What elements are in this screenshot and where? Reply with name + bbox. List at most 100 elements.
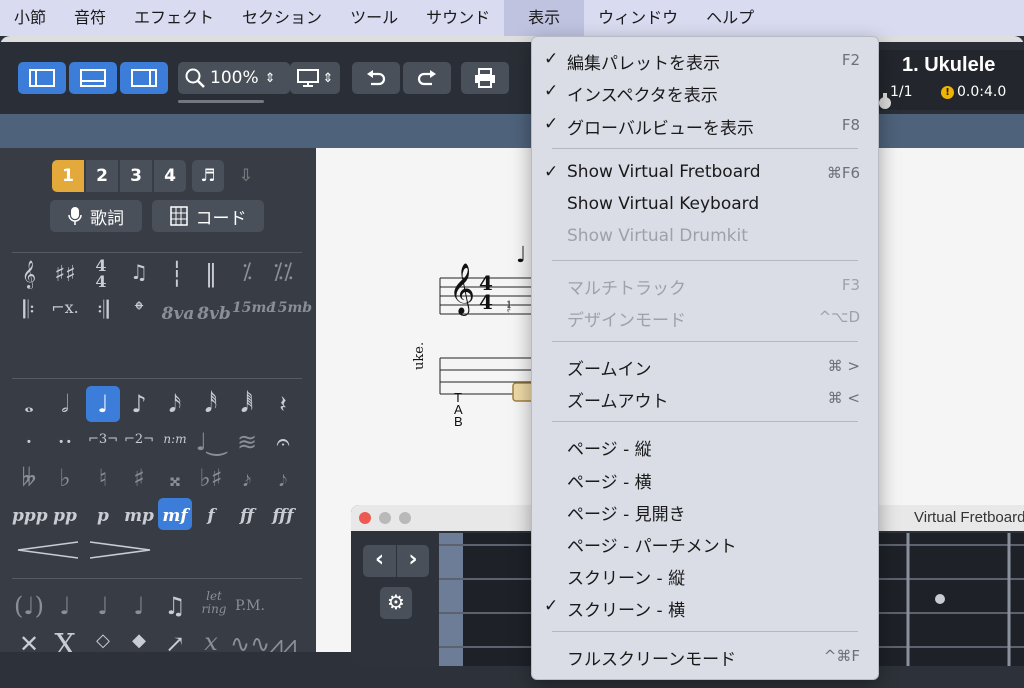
print-button[interactable] xyxy=(461,62,509,94)
quindicesima-down-icon[interactable]: 15mb xyxy=(268,300,312,316)
menu-help[interactable]: ヘルプ xyxy=(692,0,768,36)
menu-item-zoom-out[interactable]: ズームアウト ⌘ < xyxy=(532,383,880,413)
dot-icon[interactable]: · xyxy=(12,428,46,456)
undo-button[interactable] xyxy=(352,62,400,94)
grace-note-before-icon[interactable]: 𝆔 xyxy=(230,464,264,492)
double-dot-icon[interactable]: ·· xyxy=(48,428,82,456)
zoom-stepper-icon[interactable]: ⇕ xyxy=(265,71,276,86)
voice-1-button[interactable]: 1 xyxy=(52,160,84,192)
let-ring-icon[interactable]: let ring xyxy=(196,590,232,616)
stem-direction-icon[interactable]: ⇩ xyxy=(230,160,262,192)
grace-note-on-beat-icon[interactable]: 𝆕 xyxy=(266,464,300,492)
rest-icon[interactable]: 𝄽 xyxy=(266,390,300,418)
dead-x-icon[interactable]: X xyxy=(48,628,82,652)
menu-view[interactable]: 表示 xyxy=(504,0,585,36)
double-barline-icon[interactable]: ‖ xyxy=(194,260,228,288)
layout-left-panel-button[interactable] xyxy=(18,62,66,94)
menu-item-fullscreen-mode[interactable]: フルスクリーンモード ^⌘F xyxy=(532,641,880,671)
tremolo-picking-icon[interactable]: ≋ xyxy=(230,428,264,456)
decrescendo-icon[interactable] xyxy=(88,540,152,560)
key-signature-icon[interactable]: ♯♯ xyxy=(48,262,82,287)
eighth-note-icon[interactable]: ♪ xyxy=(122,390,156,418)
menu-measure[interactable]: 小節 xyxy=(0,0,60,36)
accent-icon[interactable]: ♩ xyxy=(48,592,82,620)
menu-item-show-edit-palette[interactable]: ✓ 編集パレットを表示 F2 xyxy=(532,45,880,75)
dynamic-pp-button[interactable]: pp xyxy=(48,506,82,526)
sharp-icon[interactable]: ♯ xyxy=(122,464,156,492)
vibrato-icon[interactable]: ∿∿ xyxy=(230,630,270,652)
layout-bottom-panel-button[interactable] xyxy=(69,62,117,94)
whole-note-icon[interactable]: 𝅝 xyxy=(12,390,46,418)
double-sharp-icon[interactable]: 𝄪 xyxy=(158,464,192,492)
dynamic-mf-button[interactable]: mf xyxy=(158,506,192,526)
ghost-note-icon[interactable]: (♩) xyxy=(12,592,46,620)
chord-button[interactable]: コード xyxy=(152,200,264,232)
dynamic-fff-button[interactable]: fff xyxy=(266,506,300,526)
zoom-control[interactable]: 100% ⇕ xyxy=(178,62,290,94)
simile-mark-icon[interactable]: ⁒ xyxy=(230,260,264,285)
double-flat-icon[interactable]: 𝄫 xyxy=(12,464,46,492)
lyrics-button[interactable]: 歌詞 xyxy=(50,200,142,232)
menu-item-zoom-in[interactable]: ズームイン ⌘ > xyxy=(532,351,880,381)
menu-item-screen-horizontal[interactable]: ✓ スクリーン - 横 xyxy=(532,592,880,622)
dynamic-ff-button[interactable]: ff xyxy=(230,506,264,526)
voice-3-button[interactable]: 3 xyxy=(120,160,152,192)
chevron-left-icon[interactable]: ‹ xyxy=(363,545,396,577)
dynamic-mp-button[interactable]: mp xyxy=(122,506,156,526)
menu-item-show-virtual-fretboard[interactable]: ✓ Show Virtual Fretboard ⌘F6 xyxy=(532,158,880,188)
menu-item-show-virtual-keyboard[interactable]: Show Virtual Keyboard xyxy=(532,190,880,220)
redo-button[interactable] xyxy=(403,62,451,94)
menu-item-page-vertical[interactable]: ページ - 縦 xyxy=(532,431,880,461)
staccato-icon[interactable]: ♩ xyxy=(122,592,156,620)
quarter-note-icon[interactable]: ♩ xyxy=(86,390,120,418)
menu-item-page-horizontal[interactable]: ページ - 横 xyxy=(532,464,880,494)
menu-tools[interactable]: ツール xyxy=(336,0,412,36)
menu-section[interactable]: セクション xyxy=(228,0,336,36)
triplet-feel-icon[interactable]: ♫ xyxy=(122,260,156,284)
thirty-second-note-icon[interactable]: 𝅘𝅥𝅰 xyxy=(194,390,228,418)
menu-item-screen-vertical[interactable]: スクリーン - 縦 xyxy=(532,560,880,590)
sixty-fourth-note-icon[interactable]: 𝅘𝅥𝅱 xyxy=(230,390,264,418)
menu-sound[interactable]: サウンド xyxy=(412,0,504,36)
duplet-icon[interactable]: ⌐2¬ xyxy=(122,432,156,447)
menu-item-show-global-view[interactable]: ✓ グローバルビューを表示 F8 xyxy=(532,110,880,140)
dynamic-f-button[interactable]: f xyxy=(194,506,228,526)
layout-right-panel-button[interactable] xyxy=(120,62,168,94)
wide-vibrato-icon[interactable]: ⩘⩘ xyxy=(266,630,300,652)
dynamic-p-button[interactable]: p xyxy=(86,506,120,526)
dashed-barline-icon[interactable]: ┆ xyxy=(160,260,194,288)
menu-window[interactable]: ウィンドウ xyxy=(584,0,692,36)
ottava-down-icon[interactable]: 8vb xyxy=(194,304,234,324)
menu-item-page-spread[interactable]: ページ - 見開き xyxy=(532,496,880,526)
tie-icon[interactable]: ♩‿ xyxy=(194,428,228,456)
track-name[interactable]: 1. Ukulele xyxy=(902,54,995,77)
menu-item-show-inspector[interactable]: ✓ インスペクタを表示 xyxy=(532,77,880,107)
bend-icon[interactable]: ↗ xyxy=(158,630,192,652)
fretboard-zoom-button[interactable] xyxy=(399,512,411,524)
flat-sharp-icon[interactable]: ♭♯ xyxy=(194,464,228,492)
treble-clef-icon[interactable]: 𝄞 xyxy=(12,260,46,288)
fretboard-minimize-button[interactable] xyxy=(379,512,391,524)
triplet-icon[interactable]: ⌐3¬ xyxy=(86,432,120,447)
double-simile-mark-icon[interactable]: ⁒⁒ xyxy=(266,260,300,285)
harmonic-icon[interactable]: ◇ xyxy=(86,630,120,651)
time-signature-icon[interactable]: 44 xyxy=(84,258,118,290)
voice-staff-icon[interactable]: ♬ xyxy=(192,160,224,192)
quindicesima-up-icon[interactable]: 15ma xyxy=(232,300,275,316)
heavy-accent-icon[interactable]: ♩ xyxy=(86,592,120,620)
tie-notes-icon[interactable]: ♫ xyxy=(158,592,192,620)
sixteenth-note-icon[interactable]: 𝅘𝅥𝅯 xyxy=(158,390,192,418)
chevron-right-icon[interactable]: › xyxy=(396,545,429,577)
fretboard-close-button[interactable] xyxy=(359,512,371,524)
natural-icon[interactable]: ♮ xyxy=(86,464,120,492)
alternate-ending-icon[interactable]: ⌐x. xyxy=(48,298,82,317)
artificial-harmonic-icon[interactable]: ◆ xyxy=(122,630,156,651)
ottava-up-icon[interactable]: 8va xyxy=(158,304,198,324)
voice-2-button[interactable]: 2 xyxy=(86,160,118,192)
flat-icon[interactable]: ♭ xyxy=(48,464,82,492)
repeat-open-icon[interactable]: 𝄆 xyxy=(12,296,46,324)
fermata-icon[interactable]: 𝄐 xyxy=(266,428,300,456)
dead-note-icon[interactable]: ✕ xyxy=(12,630,46,652)
menu-item-page-parchment[interactable]: ページ - パーチメント xyxy=(532,528,880,558)
tremolo-bar-icon[interactable]: x xyxy=(194,628,228,652)
